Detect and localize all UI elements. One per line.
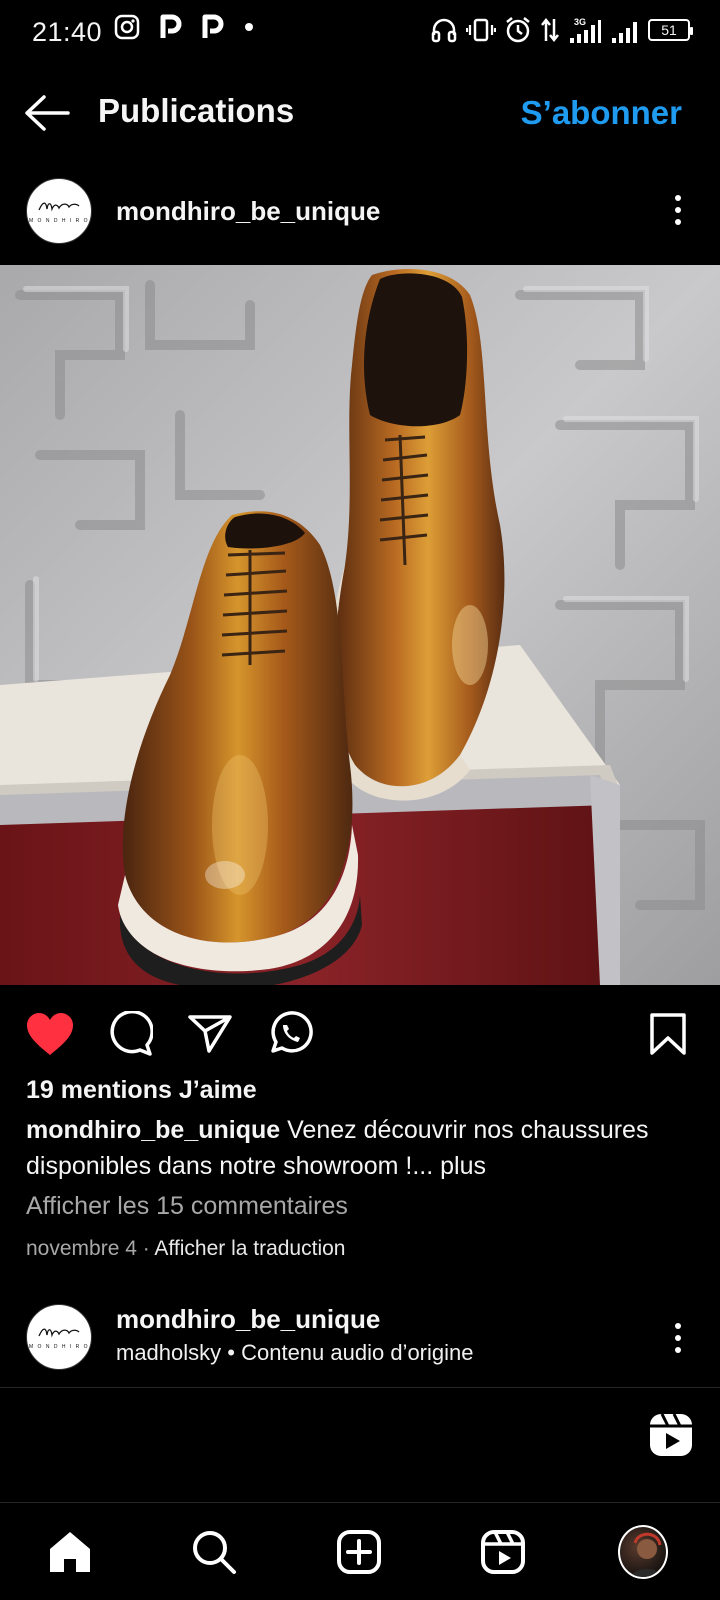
top-nav: Publications S’abonner <box>0 70 720 154</box>
alarm-icon <box>504 16 532 44</box>
nav-reels[interactable] <box>478 1527 528 1577</box>
create-icon <box>337 1530 381 1574</box>
battery-indicator: 51 <box>648 19 693 41</box>
share-button[interactable] <box>184 1008 236 1060</box>
signal-icon: 3G <box>568 16 602 44</box>
see-translation-link[interactable]: Afficher la traduction <box>154 1237 345 1260</box>
more-options-button[interactable] <box>658 1316 698 1360</box>
status-bar: 21:40 3G 51 <box>0 0 720 64</box>
next-post-username[interactable]: mondhiro_be_unique <box>116 1304 380 1335</box>
comment-button[interactable] <box>104 1008 156 1060</box>
p-icon <box>202 14 224 40</box>
post-username[interactable]: mondhiro_be_unique <box>116 196 380 227</box>
nav-home[interactable] <box>45 1527 95 1577</box>
audio-user: madholsky <box>116 1340 222 1365</box>
caption: mondhiro_be_unique Venez découvrir nos c… <box>26 1112 702 1184</box>
dot-icon <box>244 22 254 32</box>
status-left-icons <box>114 14 254 40</box>
reel-indicator[interactable] <box>648 1412 694 1458</box>
avatar[interactable]: M O N D H I R O <box>26 1304 92 1370</box>
nav-profile[interactable] <box>618 1525 668 1579</box>
avatar-logo-text: M O N D H I R O <box>29 217 89 224</box>
data-arrows-icon <box>540 17 560 43</box>
bookmark-icon <box>650 1013 686 1055</box>
nav-create[interactable] <box>334 1527 384 1577</box>
page-title: Publications <box>98 92 295 129</box>
instagram-icon <box>114 14 140 40</box>
audio-info[interactable]: madholsky • Contenu audio d’origine <box>116 1340 474 1366</box>
svg-text:3G: 3G <box>574 17 586 27</box>
audio-label: Contenu audio d’origine <box>241 1340 474 1365</box>
more-dots-icon <box>675 1323 681 1329</box>
audio-separator: • <box>221 1340 242 1365</box>
bottom-nav <box>0 1502 720 1600</box>
avatar-logo-text: M O N D H I R O <box>29 1343 89 1350</box>
signal-icon <box>610 16 640 44</box>
profile-avatar <box>618 1525 668 1579</box>
more-options-button[interactable] <box>658 188 698 232</box>
next-post-header: M O N D H I R O mondhiro_be_unique madho… <box>0 1296 720 1386</box>
post-image[interactable] <box>0 265 720 985</box>
save-button[interactable] <box>642 1008 694 1060</box>
post-header: M O N D H I R O mondhiro_be_unique <box>0 172 720 254</box>
avatar-logo <box>37 1325 81 1342</box>
more-dots-icon <box>675 195 681 201</box>
heart-icon <box>27 1013 73 1055</box>
like-button[interactable] <box>24 1008 76 1060</box>
p-icon <box>160 14 182 40</box>
back-button[interactable] <box>22 88 72 138</box>
shoes-photo <box>0 265 720 985</box>
vibrate-icon <box>466 17 496 43</box>
follow-button[interactable]: S’abonner <box>521 94 682 132</box>
status-right-icons: 3G 51 <box>430 16 693 44</box>
caption-more-link[interactable]: plus <box>440 1152 486 1180</box>
avatar-logo <box>37 199 81 216</box>
post-actions <box>0 1000 720 1066</box>
reels-icon <box>481 1530 525 1574</box>
whatsapp-share-button[interactable] <box>264 1008 316 1060</box>
arrow-left-icon <box>25 95 70 131</box>
caption-username[interactable]: mondhiro_be_unique <box>26 1116 280 1144</box>
likes-count[interactable]: 19 mentions J’aime <box>26 1076 257 1105</box>
post-date: novembre 4 <box>26 1237 137 1260</box>
comment-icon <box>110 1011 153 1056</box>
search-icon <box>193 1531 236 1574</box>
nav-search[interactable] <box>189 1527 239 1577</box>
send-icon <box>188 1015 232 1053</box>
divider <box>0 1387 720 1388</box>
status-time: 21:40 <box>32 17 103 47</box>
reels-icon <box>650 1413 692 1456</box>
view-comments-link[interactable]: Afficher les 15 commentaires <box>26 1192 348 1221</box>
meta-separator: · <box>136 1237 155 1260</box>
avatar[interactable]: M O N D H I R O <box>26 178 92 244</box>
home-icon <box>50 1532 90 1572</box>
whatsapp-icon <box>271 1011 313 1053</box>
headphones-icon <box>430 17 458 43</box>
post-meta: novembre 4 · Afficher la traduction <box>26 1237 345 1261</box>
